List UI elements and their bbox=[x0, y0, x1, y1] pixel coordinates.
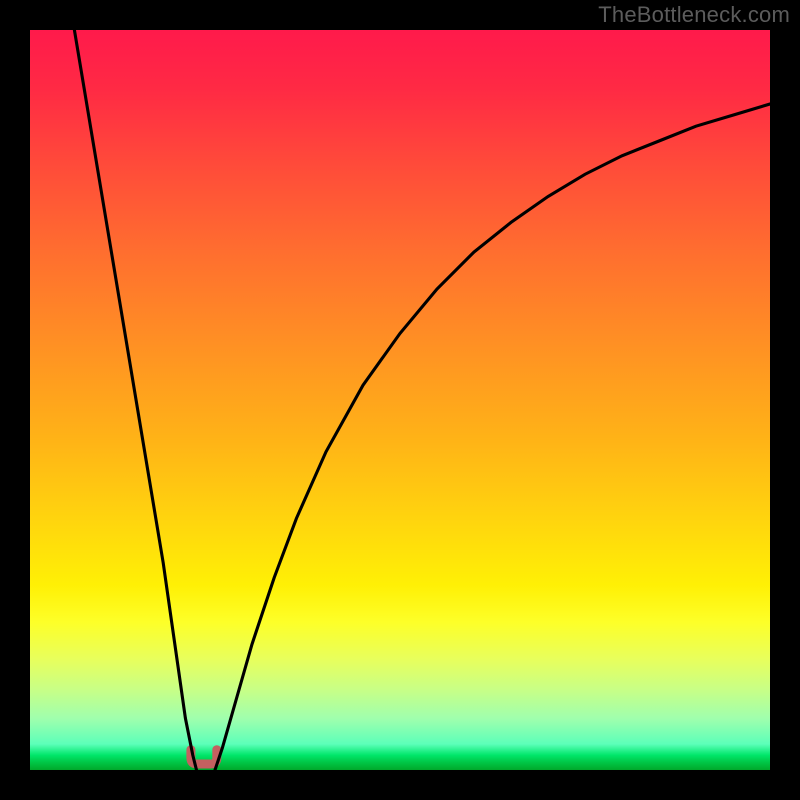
bottleneck-curve bbox=[30, 30, 770, 770]
left-branch-curve bbox=[74, 30, 196, 770]
watermark-text: TheBottleneck.com bbox=[598, 2, 790, 28]
gradient-plot-area bbox=[30, 30, 770, 770]
right-branch-curve bbox=[215, 104, 770, 770]
chart-frame: TheBottleneck.com bbox=[0, 0, 800, 800]
